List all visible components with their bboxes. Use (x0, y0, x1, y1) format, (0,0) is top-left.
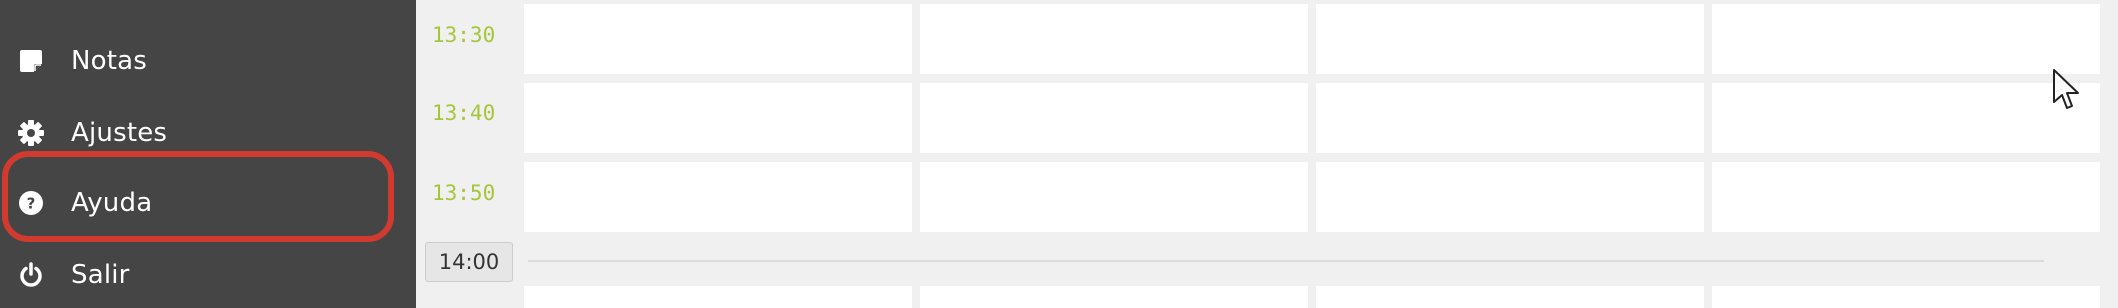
calendar-slot[interactable] (1316, 4, 1704, 74)
power-icon (16, 260, 46, 290)
calendar-slot[interactable] (1712, 83, 2100, 153)
sidebar-item-label: Salir (71, 260, 130, 290)
gear-icon (16, 118, 46, 148)
calendar-slot[interactable] (1316, 83, 1704, 153)
time-label: 13:30 (432, 23, 496, 47)
calendar-slot[interactable] (1712, 4, 2100, 74)
sidebar-item-salir[interactable]: Salir (0, 245, 416, 305)
calendar-slot[interactable] (1712, 286, 2100, 308)
calendar-slot[interactable] (1712, 162, 2100, 232)
time-label: 13:40 (432, 101, 496, 125)
sidebar-item-label: Ajustes (71, 118, 168, 148)
hour-divider (528, 260, 2044, 262)
calendar-slot[interactable] (524, 286, 912, 308)
calendar-slot[interactable] (920, 83, 1308, 153)
calendar-grid: 13:30 13:40 13:50 14:00 (416, 0, 2118, 308)
sidebar-item-notas[interactable]: Notas (0, 31, 416, 91)
calendar-slot[interactable] (920, 162, 1308, 232)
calendar-slot[interactable] (524, 4, 912, 74)
calendar-slot[interactable] (524, 162, 912, 232)
calendar-slot[interactable] (524, 83, 912, 153)
calendar-slot[interactable] (920, 4, 1308, 74)
calendar-slot[interactable] (1316, 286, 1704, 308)
calendar-slot[interactable] (920, 286, 1308, 308)
sidebar-item-label: Notas (71, 46, 148, 76)
hour-marker: 14:00 (425, 242, 513, 282)
calendar-slot[interactable] (1316, 162, 1704, 232)
highlight-outline (2, 151, 394, 242)
mouse-pointer-icon (2052, 68, 2082, 112)
time-label: 13:50 (432, 181, 496, 205)
note-icon (16, 46, 46, 76)
sidebar: Notas Ajustes ? Ayuda Salir (0, 0, 416, 308)
